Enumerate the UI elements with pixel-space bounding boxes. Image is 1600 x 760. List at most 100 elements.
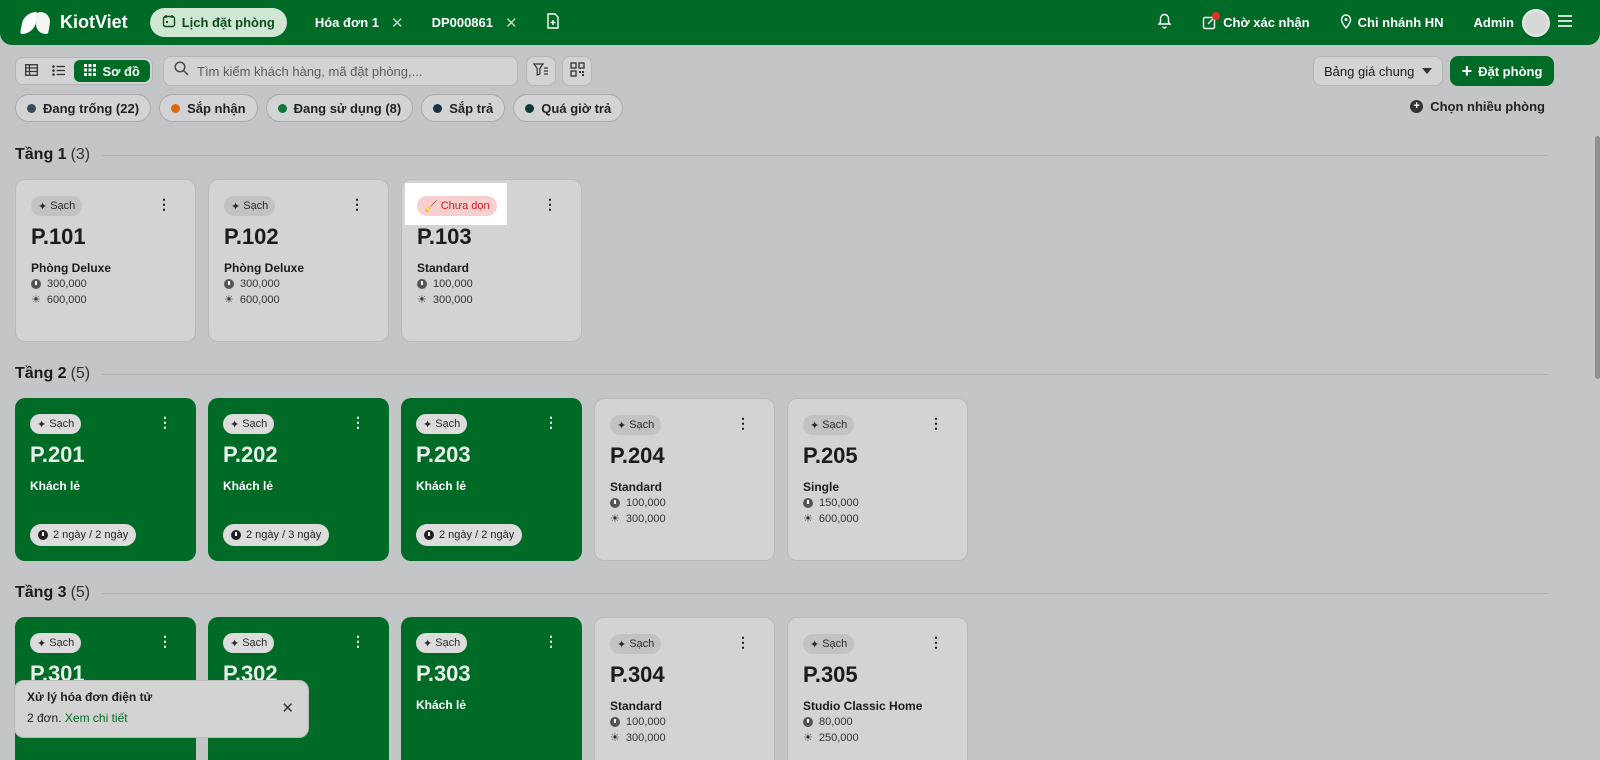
search-input[interactable] [197, 63, 507, 79]
add-document-icon [546, 13, 560, 32]
badge-label: Sạch [242, 418, 268, 430]
badge-label: Sạch [435, 418, 461, 430]
badge-label: Chưa dọn [440, 200, 490, 212]
broom-icon: 🧹 [424, 200, 438, 213]
notifications-button[interactable] [1157, 13, 1172, 32]
filter-chip-vacant[interactable]: Đang trống (22) [15, 94, 152, 122]
daily-price: ☀ 300,000 [610, 512, 759, 526]
table-icon [25, 63, 39, 79]
more-options-icon[interactable]: ⋮ [158, 634, 172, 648]
room-type: Phòng Deluxe [31, 261, 112, 275]
guest-name: Khách lẻ [223, 479, 274, 493]
more-options-icon[interactable]: ⋮ [351, 634, 365, 648]
more-options-icon[interactable]: ⋮ [157, 197, 171, 211]
table-view-button[interactable] [18, 60, 45, 82]
price-list-select[interactable]: Bảng giá chung [1313, 56, 1443, 86]
price-value: 100,000 [433, 278, 473, 290]
divider [102, 154, 1548, 156]
floor-heading: Tầng 1 (3) [15, 146, 1548, 164]
search-box [163, 56, 518, 86]
list-view-button[interactable] [45, 60, 72, 82]
status-dot [277, 103, 287, 113]
room-card-p303[interactable]: ✦ Sạch ⋮ P.303 Khách lẻ [401, 617, 582, 760]
price-value: 100,000 [626, 497, 666, 509]
close-icon[interactable]: ✕ [505, 14, 518, 32]
filter-chip-departing[interactable]: Sắp trả [421, 94, 506, 122]
room-number: P.102 [224, 224, 279, 249]
logo[interactable]: KiotViet [22, 10, 128, 36]
book-room-button[interactable]: + Đặt phòng [1450, 56, 1554, 86]
floor-room-count: (5) [70, 584, 91, 601]
sparkle-icon: ✦ [810, 638, 820, 651]
more-options-icon[interactable]: ⋮ [351, 415, 365, 429]
room-number: P.201 [30, 442, 85, 467]
sparkle-icon: ✦ [230, 418, 240, 431]
badge-label: Sạch [435, 637, 461, 649]
room-card-p305[interactable]: ✦ Sạch ⋮ P.305 Studio Classic Home 80,000… [787, 617, 968, 760]
branch-selector[interactable]: Chi nhánh HN [1340, 13, 1444, 32]
status-dot [525, 103, 535, 113]
room-card-p202[interactable]: ✦ Sạch ⋮ P.202 Khách lẻ 2 ngày / 3 ngày [208, 398, 389, 561]
more-options-icon[interactable]: ⋮ [736, 635, 750, 649]
grid-view-button[interactable]: Sơ đồ [74, 60, 151, 82]
status-filter-chips: Đang trống (22) Sắp nhận Đang sử dụng (8… [15, 94, 624, 122]
chip-label: Đang sử dụng (8) [293, 100, 402, 116]
more-options-icon[interactable]: ⋮ [544, 634, 558, 648]
more-options-icon[interactable]: ⋮ [543, 197, 557, 211]
user-label: Admin [1473, 15, 1514, 30]
branch-label: Chi nhánh HN [1357, 15, 1444, 30]
view-details-link[interactable]: Xem chi tiết [65, 711, 128, 725]
qr-scan-button[interactable] [562, 56, 592, 86]
room-card-p204[interactable]: ✦ Sạch ⋮ P.204 Standard 100,000 ☀ 300,000 [594, 398, 775, 561]
price-value: 300,000 [240, 278, 280, 290]
badge-label: Sạch [629, 638, 655, 650]
edit-icon [1202, 12, 1221, 30]
more-options-icon[interactable]: ⋮ [158, 415, 172, 429]
bell-icon [1157, 13, 1172, 32]
qr-code-icon [569, 62, 585, 80]
location-pin-icon [1340, 13, 1352, 32]
filter-chip-arriving[interactable]: Sắp nhận [159, 94, 258, 122]
room-card-p101[interactable]: ✦ Sạch ⋮ P.101 Phòng Deluxe 300,000 ☀ 600,… [15, 179, 196, 342]
room-card-p102[interactable]: ✦ Sạch ⋮ P.102 Phòng Deluxe 300,000 ☀ 600,… [208, 179, 389, 342]
calendar-icon [162, 14, 176, 31]
price-value: 300,000 [432, 293, 473, 306]
room-card-p201[interactable]: ✦ Sạch ⋮ P.201 Khách lẻ 2 ngày / 2 ngày [15, 398, 196, 561]
tab-dp000861[interactable]: DP000861 ✕ [432, 14, 518, 32]
filter-button[interactable] [526, 56, 556, 86]
multi-select-rooms-button[interactable]: + Chọn nhiều phòng [1410, 99, 1545, 114]
room-card-p304[interactable]: ✦ Sạch ⋮ P.304 Standard 100,000 ☀ 300,000 [594, 617, 775, 760]
room-card-p103[interactable]: 🧹 Chưa dọn ⋮ P.103 Standard 100,000 ☀ 300,… [401, 179, 582, 342]
view-label: Sơ đồ [102, 63, 140, 79]
room-number: P.103 [417, 224, 472, 249]
hamburger-menu-icon[interactable] [1558, 15, 1572, 30]
more-options-icon[interactable]: ⋮ [929, 635, 943, 649]
tab-invoice-1[interactable]: Hóa đơn 1 ✕ [315, 14, 404, 32]
new-tab-button[interactable] [546, 13, 560, 32]
close-icon[interactable]: ✕ [391, 14, 404, 32]
clock-icon [803, 717, 813, 727]
room-card-p205[interactable]: ✦ Sạch ⋮ P.205 Single 150,000 ☀ 600,000 [787, 398, 968, 561]
close-icon[interactable]: ✕ [281, 699, 294, 717]
filter-chip-occupied[interactable]: Đang sử dụng (8) [265, 94, 414, 122]
tab-booking-calendar[interactable]: Lịch đặt phòng [149, 8, 287, 37]
daily-price: ☀ 300,000 [610, 731, 759, 745]
pending-confirmation-button[interactable]: Chờ xác nhận [1202, 12, 1310, 30]
clock-icon [424, 530, 434, 540]
room-card-p203[interactable]: ✦ Sạch ⋮ P.203 Khách lẻ 2 ngày / 2 ngày [401, 398, 582, 561]
more-options-icon[interactable]: ⋮ [350, 197, 364, 211]
daily-price: ☀ 600,000 [803, 512, 952, 526]
clock-icon [803, 498, 813, 508]
guest-name: Khách lẻ [30, 479, 81, 493]
more-options-icon[interactable]: ⋮ [736, 416, 750, 430]
floor-name: Tầng 2 [15, 365, 67, 382]
more-options-icon[interactable]: ⋮ [929, 416, 943, 430]
chip-label: Đang trống (22) [43, 100, 140, 116]
price-value: 80,000 [819, 716, 853, 728]
stay-label: 2 ngày / 3 ngày [246, 529, 322, 541]
more-options-icon[interactable]: ⋮ [544, 415, 558, 429]
chip-label: Quá giờ trả [541, 100, 612, 116]
filter-chip-overdue[interactable]: Quá giờ trả [513, 94, 624, 122]
vertical-scrollbar[interactable] [1595, 136, 1600, 379]
user-menu[interactable]: Admin [1473, 8, 1572, 37]
